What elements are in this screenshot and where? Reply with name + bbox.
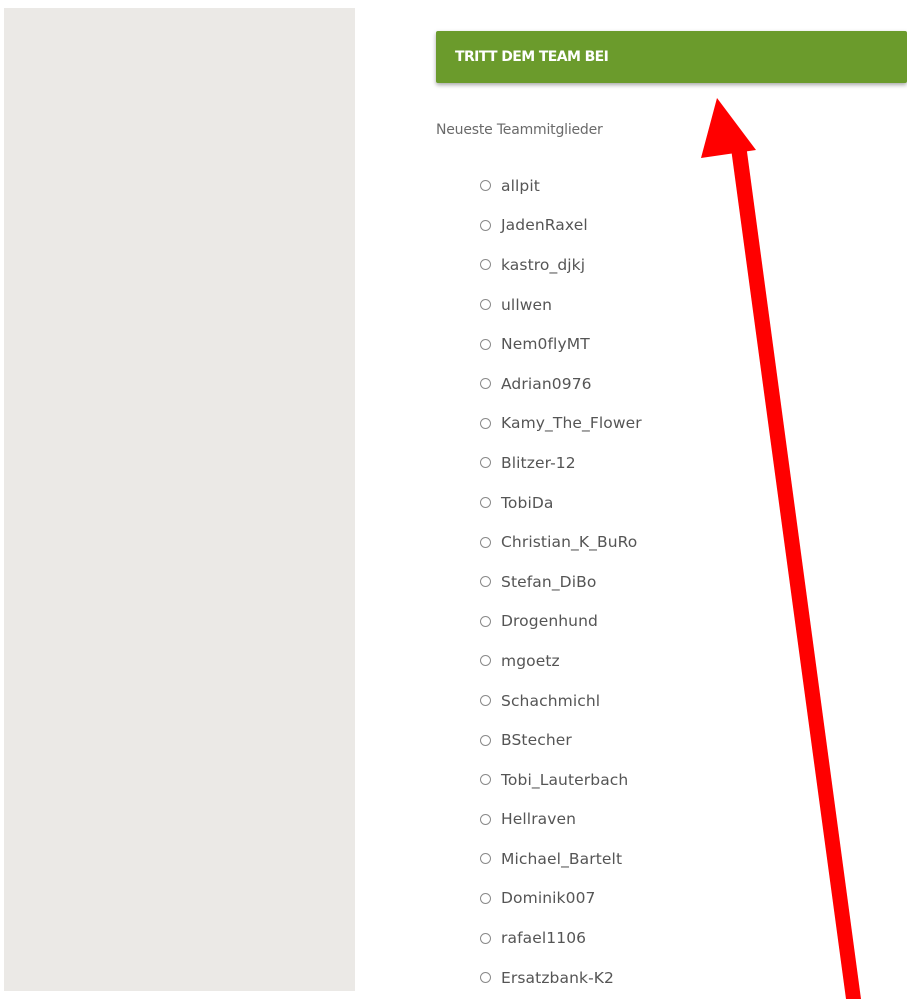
circle-bullet-icon (480, 378, 491, 390)
member-link[interactable]: Drogenhund (501, 612, 598, 630)
circle-bullet-icon (480, 457, 491, 469)
list-item: Drogenhund (480, 602, 642, 642)
red-arrow-shaft (731, 148, 861, 999)
member-link[interactable]: Schachmichl (501, 692, 600, 710)
member-link[interactable]: BStecher (501, 731, 572, 749)
circle-bullet-icon (480, 536, 491, 548)
circle-bullet-icon (480, 219, 491, 231)
list-item: TobiDa (480, 483, 642, 523)
list-item: Stefan_DiBo (480, 562, 642, 602)
member-link[interactable]: mgoetz (501, 652, 560, 670)
page: TRITT DEM TEAM BEI Neueste Teammitgliede… (0, 0, 907, 999)
member-link[interactable]: Christian_K_BuRo (501, 533, 637, 551)
list-item: Michael_Bartelt (480, 839, 642, 879)
red-arrow-head (701, 98, 756, 158)
member-link[interactable]: Tobi_Lauterbach (501, 771, 628, 789)
member-link[interactable]: Stefan_DiBo (501, 573, 596, 591)
member-link[interactable]: Michael_Bartelt (501, 850, 622, 868)
list-item: Schachmichl (480, 681, 642, 721)
member-link[interactable]: Adrian0976 (501, 375, 592, 393)
member-link[interactable]: allpit (501, 177, 540, 195)
circle-bullet-icon (480, 615, 491, 627)
circle-bullet-icon (480, 417, 491, 429)
newest-members-heading: Neueste Teammitglieder (436, 122, 603, 138)
circle-bullet-icon (480, 655, 491, 667)
member-link[interactable]: rafael1106 (501, 929, 586, 947)
left-sidebar-panel (4, 8, 355, 991)
list-item: Christian_K_BuRo (480, 522, 642, 562)
list-item: BStecher (480, 720, 642, 760)
member-link[interactable]: kastro_djkj (501, 256, 585, 274)
member-link[interactable]: Blitzer-12 (501, 454, 576, 472)
circle-bullet-icon (480, 813, 491, 825)
member-list: allpit JadenRaxel kastro_djkjullwen Nem0fly… (480, 166, 642, 997)
list-item: Blitzer-12 (480, 443, 642, 483)
list-item: Adrian0976 (480, 364, 642, 404)
circle-bullet-icon (480, 853, 491, 865)
list-item: Kamy_The_Flower (480, 404, 642, 444)
list-item: allpit (480, 166, 642, 206)
circle-bullet-icon (480, 338, 491, 350)
list-item: mgoetz (480, 641, 642, 681)
member-link[interactable]: Kamy_The_Flower (501, 414, 642, 432)
list-item: rafael1106 (480, 918, 642, 958)
list-item: Hellraven (480, 800, 642, 840)
circle-bullet-icon (480, 892, 491, 904)
circle-bullet-icon (480, 259, 491, 271)
list-item: ullwen (480, 285, 642, 325)
member-link[interactable]: TobiDa (501, 494, 554, 512)
member-link[interactable]: Hellraven (501, 810, 576, 828)
member-link[interactable]: Ersatzbank-K2 (501, 969, 614, 987)
list-item: JadenRaxel (480, 206, 642, 246)
member-link[interactable]: Nem0flyMT (501, 335, 590, 353)
list-item: Tobi_Lauterbach (480, 760, 642, 800)
circle-bullet-icon (480, 932, 491, 944)
circle-bullet-icon (480, 497, 491, 509)
member-link[interactable]: JadenRaxel (501, 216, 588, 234)
list-item: kastro_djkj (480, 245, 642, 285)
circle-bullet-icon (480, 180, 491, 192)
circle-bullet-icon (480, 695, 491, 707)
circle-bullet-icon (480, 576, 491, 588)
circle-bullet-icon (480, 734, 491, 746)
join-team-button[interactable]: TRITT DEM TEAM BEI (436, 31, 907, 83)
circle-bullet-icon (480, 972, 491, 984)
circle-bullet-icon (480, 299, 491, 311)
member-link[interactable]: ullwen (501, 296, 552, 314)
member-link[interactable]: Dominik007 (501, 889, 596, 907)
list-item: Ersatzbank-K2 (480, 958, 642, 998)
circle-bullet-icon (480, 774, 491, 786)
list-item: Nem0flyMT (480, 324, 642, 364)
list-item: Dominik007 (480, 879, 642, 919)
